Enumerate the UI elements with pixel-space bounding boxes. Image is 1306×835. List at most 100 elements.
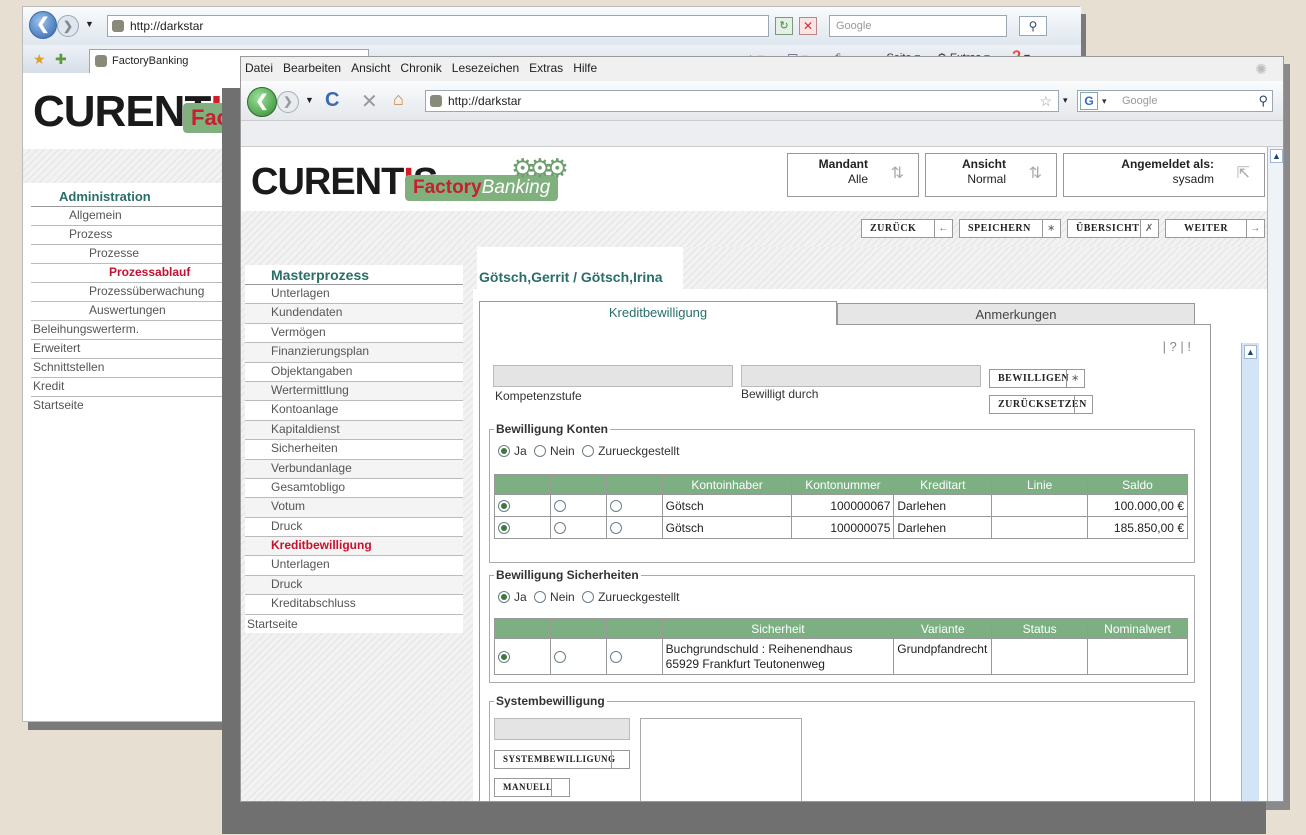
- row-radio[interactable]: [553, 499, 566, 512]
- radio-nein[interactable]: Nein: [534, 590, 575, 604]
- mandant-box[interactable]: Mandant Alle ⇅: [787, 153, 919, 197]
- add-favorite-icon[interactable]: ✚: [55, 51, 67, 68]
- page-scrollbar[interactable]: ▲: [1267, 147, 1283, 801]
- sidebar-item[interactable]: Verbundanlage: [245, 459, 463, 479]
- admin-menu-item[interactable]: Prozessablauf: [31, 264, 235, 283]
- tab-anmerkungen[interactable]: Anmerkungen: [837, 303, 1195, 325]
- row-radio[interactable]: [498, 521, 510, 534]
- url-dropdown-icon[interactable]: ▾: [1063, 95, 1068, 106]
- admin-menu-footer[interactable]: Startseite: [31, 397, 235, 414]
- sidebar-item[interactable]: Gesamtobligo: [245, 479, 463, 499]
- radio-nein-icon[interactable]: [534, 445, 547, 457]
- sidebar-item[interactable]: Kapitaldienst: [245, 420, 463, 441]
- table-row[interactable]: Götsch 100000075 Darlehen 185.850,00 €: [494, 516, 1188, 539]
- system-notes-box[interactable]: [640, 718, 802, 801]
- admin-menu-item[interactable]: Kredit: [31, 378, 235, 397]
- radio-nein-icon[interactable]: [534, 591, 547, 603]
- help-links[interactable]: | ? | !: [1163, 339, 1191, 354]
- reset-button[interactable]: ZURÜCKSETZEN: [989, 395, 1093, 414]
- sidebar-item[interactable]: Finanzierungsplan: [245, 343, 463, 363]
- bookmark-star-icon[interactable]: ☆: [1039, 91, 1052, 111]
- sidebar-item[interactable]: Kundendaten: [245, 304, 463, 324]
- approve-button[interactable]: BEWILLIGEN ∗: [989, 369, 1085, 388]
- back-arrow-icon[interactable]: ❮: [247, 87, 277, 117]
- table-row[interactable]: Buchgrundschuld : Reihenendhaus 65929 Fra…: [494, 638, 1188, 675]
- forward-arrow-icon[interactable]: ❯: [57, 15, 79, 37]
- radio-zurueckgestellt[interactable]: Zurueckgestellt: [582, 444, 679, 458]
- sidebar-item[interactable]: Druck: [245, 518, 463, 538]
- sidebar-item[interactable]: Vermögen: [245, 324, 463, 344]
- admin-menu-item[interactable]: Allgemein: [31, 207, 235, 226]
- menubar-item[interactable]: Bearbeiten: [283, 61, 341, 75]
- admin-menu-item[interactable]: Erweitert: [31, 340, 235, 359]
- sidebar-item[interactable]: Druck: [245, 575, 463, 596]
- engine-dropdown-icon[interactable]: ▾: [1102, 91, 1107, 111]
- admin-menu-item[interactable]: Prozessüberwachung: [31, 283, 235, 302]
- row-radio[interactable]: [609, 650, 622, 663]
- save-button[interactable]: SPEICHERN ∗: [959, 219, 1061, 238]
- row-radio[interactable]: [609, 499, 622, 512]
- history-dropdown-icon[interactable]: ▼: [85, 19, 94, 29]
- radio-ja[interactable]: Ja: [498, 590, 527, 604]
- sidebar-item[interactable]: Kontoanlage: [245, 401, 463, 421]
- stop-icon[interactable]: ✕: [361, 89, 378, 114]
- scroll-up-icon[interactable]: ▲: [1270, 149, 1283, 163]
- overview-button[interactable]: ÜBERSICHT ✗: [1067, 219, 1159, 238]
- admin-menu-item[interactable]: Prozess: [31, 226, 235, 245]
- sidebar-item[interactable]: Unterlagen: [245, 285, 463, 305]
- system-status-field[interactable]: [494, 718, 630, 740]
- switch-mandant-icon[interactable]: ⇅: [891, 166, 904, 182]
- menubar-item[interactable]: Lesezeichen: [452, 61, 519, 75]
- search-icon[interactable]: ⚲: [1019, 16, 1047, 36]
- logout-icon[interactable]: ⇱: [1237, 166, 1250, 182]
- admin-menu-item[interactable]: Schnittstellen: [31, 359, 235, 378]
- radio-ja[interactable]: Ja: [498, 444, 527, 458]
- admin-menu-item[interactable]: Auswertungen: [31, 302, 235, 321]
- radio-ja-icon[interactable]: [498, 591, 510, 603]
- admin-menu-item[interactable]: Beleihungswerterm.: [31, 321, 235, 340]
- menubar-item[interactable]: Datei: [245, 61, 273, 75]
- tab-kreditbewilligung[interactable]: Kreditbewilligung: [479, 301, 837, 325]
- row-radio[interactable]: [553, 521, 566, 534]
- row-radio[interactable]: [498, 499, 510, 512]
- kompetenzstufe-field[interactable]: [493, 365, 733, 387]
- systembewilligung-button[interactable]: SYSTEMBEWILLIGUNG: [494, 750, 630, 769]
- bewilligt-durch-field[interactable]: [741, 365, 981, 387]
- sidebar-item[interactable]: Kreditbewilligung: [245, 537, 463, 557]
- forward-arrow-icon[interactable]: ❯: [277, 91, 299, 113]
- row-radio[interactable]: [609, 521, 622, 534]
- next-button[interactable]: WEITER →: [1165, 219, 1265, 238]
- manuell-button[interactable]: MANUELL: [494, 778, 570, 797]
- content-scrollbar[interactable]: ▲: [1241, 343, 1259, 801]
- google-engine-icon[interactable]: G: [1080, 92, 1098, 110]
- switch-view-icon[interactable]: ⇅: [1029, 166, 1042, 182]
- sidebar-item[interactable]: Sicherheiten: [245, 440, 463, 460]
- front-search-input[interactable]: G ▾ Google ⚲: [1077, 90, 1273, 112]
- sidebar-item[interactable]: Votum: [245, 498, 463, 518]
- sidebar-item[interactable]: Kreditabschluss: [245, 595, 463, 615]
- home-icon[interactable]: ⌂: [393, 89, 404, 110]
- sidebar-item[interactable]: Objektangaben: [245, 363, 463, 382]
- admin-menu-item[interactable]: Prozesse: [31, 245, 235, 264]
- search-icon[interactable]: ⚲: [1258, 91, 1268, 111]
- radio-nein[interactable]: Nein: [534, 444, 575, 458]
- stop-icon[interactable]: ✕: [799, 17, 817, 35]
- user-box[interactable]: Angemeldet als: sysadm ⇱: [1063, 153, 1265, 197]
- sidebar-item[interactable]: Wertermittlung: [245, 381, 463, 402]
- row-radio[interactable]: [553, 650, 566, 663]
- scroll-up-icon[interactable]: ▲: [1244, 345, 1257, 359]
- radio-ja-icon[interactable]: [498, 445, 510, 457]
- back-address-bar[interactable]: http://darkstar: [107, 15, 769, 37]
- ansicht-box[interactable]: Ansicht Normal ⇅: [925, 153, 1057, 197]
- radio-zurueck-icon[interactable]: [582, 445, 595, 457]
- menubar-item[interactable]: Hilfe: [573, 61, 597, 75]
- menubar-item[interactable]: Ansicht: [351, 61, 390, 75]
- back-search-input[interactable]: Google: [829, 15, 1007, 37]
- menubar-item[interactable]: Chronik: [400, 61, 441, 75]
- reload-icon[interactable]: ↻: [775, 17, 793, 35]
- radio-zurueckgestellt[interactable]: Zurueckgestellt: [582, 590, 679, 604]
- radio-zurueck-icon[interactable]: [582, 591, 595, 603]
- back-button[interactable]: ZURÜCK ←: [861, 219, 953, 238]
- history-dropdown-icon[interactable]: ▼: [305, 95, 314, 105]
- favorites-star-icon[interactable]: ★: [33, 51, 46, 68]
